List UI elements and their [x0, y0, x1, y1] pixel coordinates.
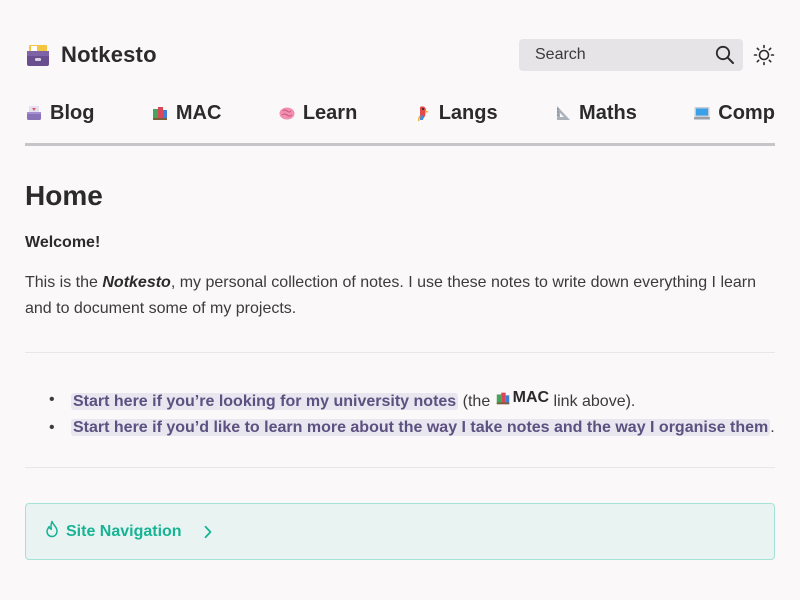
books-icon: [496, 392, 509, 405]
books-icon: [151, 104, 169, 122]
search-icon[interactable]: [715, 45, 735, 65]
nav-label: Learn: [302, 101, 358, 124]
intro-paragraph: This is the Notkesto, my personal collec…: [25, 270, 775, 322]
nav-label: Maths: [579, 101, 637, 124]
nav-item-learn[interactable]: Learn: [278, 96, 357, 130]
mac-inline-label: MAC: [512, 389, 550, 406]
nav-label: Comp: [718, 101, 775, 124]
university-notes-link[interactable]: Start here if you’re looking for my univ…: [71, 393, 459, 410]
site-header: Notkesto Search: [25, 38, 775, 72]
intro-site-name: Notkesto: [102, 274, 171, 291]
flame-icon: [44, 520, 60, 543]
mac-inline-ref: MAC: [495, 385, 549, 411]
parrot-icon: [414, 104, 432, 122]
nav-item-langs[interactable]: Langs: [414, 96, 498, 130]
site-title: Notkesto: [61, 42, 157, 67]
nav-item-blog[interactable]: Blog: [25, 96, 94, 130]
divider: [25, 467, 775, 468]
link-suffix-end: .: [770, 419, 775, 436]
callout-title: Site Navigation: [66, 522, 182, 540]
note-taking-link[interactable]: Start here if you’d like to learn more a…: [71, 419, 771, 436]
link-suffix-end: link above).: [549, 393, 636, 410]
link-suffix-start: (the: [458, 393, 495, 410]
link-list: • Start here if you’re looking for my un…: [25, 385, 775, 441]
sun-icon[interactable]: [753, 44, 775, 66]
divider: [25, 352, 775, 353]
main-content: Home Welcome! This is the Notkesto, my p…: [25, 178, 775, 468]
list-item: • Start here if you’re looking for my un…: [49, 385, 775, 415]
chevron-right-icon[interactable]: [202, 525, 214, 539]
page-title: Home: [25, 180, 103, 211]
nav-item-mac[interactable]: MAC: [151, 96, 222, 130]
search-input[interactable]: Search: [519, 39, 743, 71]
intro-text-start: This is the: [25, 274, 103, 291]
search-placeholder: Search: [535, 46, 586, 63]
nav-item-comp[interactable]: Comp: [693, 96, 775, 130]
site-brand[interactable]: Notkesto: [25, 42, 157, 68]
nav-item-maths[interactable]: Maths: [554, 96, 637, 130]
main-nav: Blog MAC Learn Langs Maths Comp: [25, 96, 775, 146]
triangular-ruler-icon: [554, 104, 572, 122]
nav-label: Langs: [438, 101, 498, 124]
site-navigation-callout[interactable]: Site Navigation: [25, 503, 775, 560]
inbox-tray-icon: [25, 104, 43, 122]
brain-icon: [278, 104, 296, 122]
nav-label: Blog: [50, 101, 95, 124]
nav-label: MAC: [175, 101, 222, 124]
welcome-text: Welcome!: [25, 234, 101, 251]
card-file-box-icon: [25, 42, 51, 68]
bullet: •: [49, 419, 55, 436]
bullet: •: [49, 391, 55, 408]
list-item: • Start here if you’d like to learn more…: [49, 415, 775, 441]
computer-icon: [693, 104, 711, 122]
